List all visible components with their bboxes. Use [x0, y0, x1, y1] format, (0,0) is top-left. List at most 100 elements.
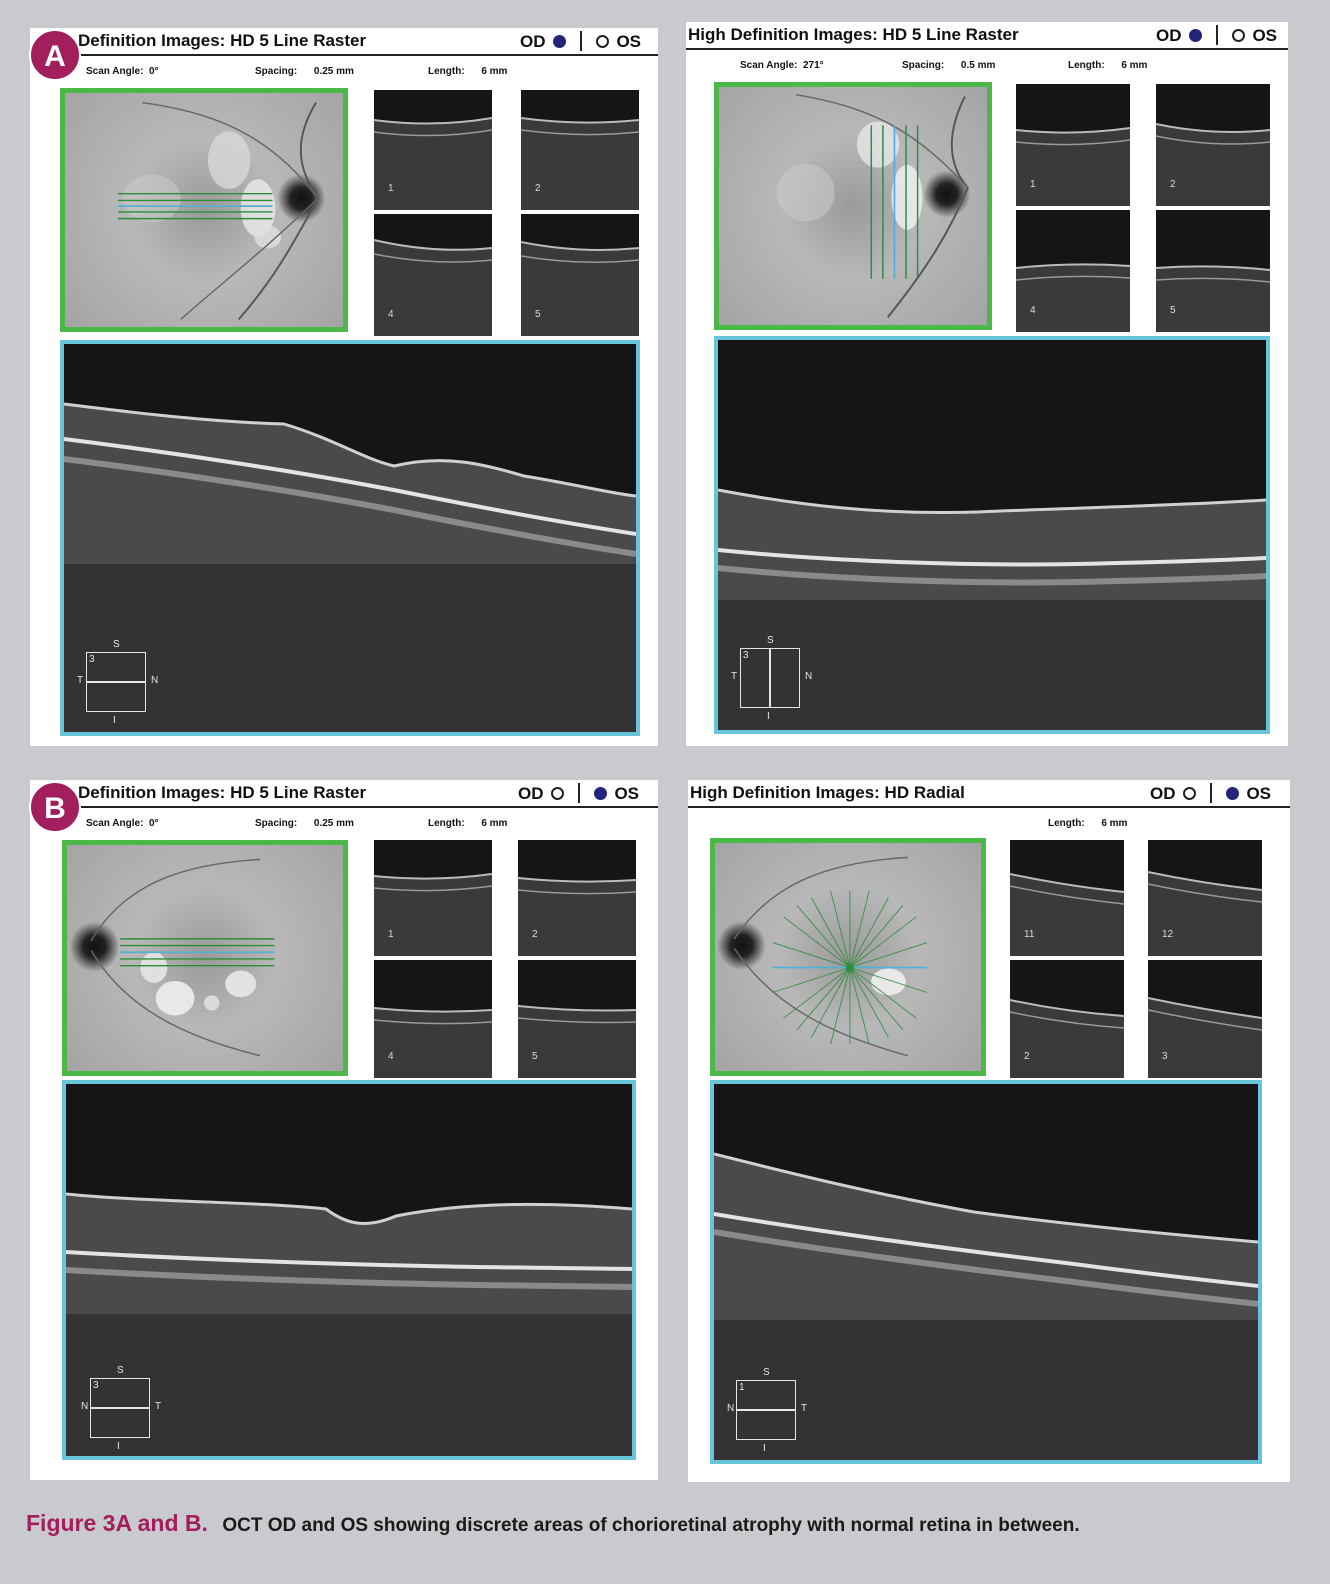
bscan-thumb[interactable]: 4: [374, 214, 492, 336]
divider: [1215, 25, 1218, 45]
oct-bscan-main[interactable]: S I N T 3: [62, 1080, 636, 1460]
thumb-number: 2: [1170, 179, 1176, 190]
os-label: OS: [616, 32, 641, 51]
orient-right: T: [801, 1403, 808, 1414]
fundus-overlay: [118, 101, 320, 320]
scan-angle-value: 0°: [148, 818, 159, 829]
thumb-number: 1: [388, 929, 394, 940]
oct-tomogram: [64, 402, 636, 732]
thumb-number: 5: [1170, 305, 1176, 316]
scan-angle-value: 271°: [802, 60, 824, 71]
length-value: 6 mm: [1101, 818, 1128, 829]
panel-header: High Definition Images: HD Radial OD OS: [688, 780, 1290, 808]
orient-index: 3: [743, 650, 749, 661]
oct-bscan-main[interactable]: S I T N 3: [714, 336, 1270, 734]
figure-caption: Figure 3A and B. OCT OD and OS showing d…: [26, 1510, 1080, 1537]
length: Length: 6 mm: [428, 66, 507, 77]
od-radio-selected[interactable]: [553, 35, 567, 48]
bscan-thumb[interactable]: 1: [374, 90, 492, 210]
oct-bscan-main[interactable]: S I N T 1: [710, 1080, 1262, 1464]
length-label: Length:: [428, 818, 465, 829]
panel-title: Definition Images: HD 5 Line Raster: [78, 31, 367, 50]
scan-angle-label: Scan Angle:: [86, 818, 144, 829]
os-label: OS: [614, 784, 639, 803]
bscan-thumb[interactable]: 3: [1148, 960, 1262, 1078]
scan-orientation-key: S I T N 3: [731, 635, 812, 722]
orient-left: N: [727, 1403, 735, 1414]
thumb-number: 5: [532, 1051, 538, 1062]
fundus-image[interactable]: [710, 838, 986, 1076]
thumb-number: 12: [1162, 929, 1174, 940]
fundus-overlay: [90, 858, 275, 1057]
length: Length: 6 mm: [1048, 818, 1127, 829]
thumb-number: 11: [1024, 929, 1035, 940]
bscan-thumb[interactable]: 2: [518, 840, 636, 956]
panel-b-os-raster: Definition Images: HD 5 Line Raster OD O…: [30, 780, 658, 1480]
fundus-image[interactable]: [62, 840, 348, 1076]
od-radio[interactable]: [1183, 787, 1197, 800]
orient-top: S: [763, 1367, 770, 1378]
od-label: OD: [1150, 784, 1176, 803]
bscan-thumb[interactable]: 5: [518, 960, 636, 1078]
panel-header: Definition Images: HD 5 Line Raster OD O…: [30, 780, 658, 808]
panel-title: Definition Images: HD 5 Line Raster: [78, 783, 367, 802]
bscan-thumb[interactable]: 5: [521, 214, 639, 336]
orient-left: N: [81, 1401, 89, 1412]
thumb-number: 2: [532, 929, 538, 940]
fundus-image[interactable]: [60, 88, 348, 332]
eye-selector[interactable]: OD OS: [518, 783, 639, 804]
thumb-number: 1: [388, 183, 394, 194]
panel-b-os-radial: High Definition Images: HD Radial OD OS …: [688, 780, 1290, 1482]
bscan-thumb[interactable]: 12: [1148, 840, 1262, 956]
scan-angle: Scan Angle: 271°: [740, 60, 824, 71]
length: Length: 6 mm: [428, 818, 507, 829]
fundus-overlay: [733, 856, 928, 1057]
oct-bscan-main[interactable]: S I T N 3: [60, 340, 640, 736]
orient-index: 1: [739, 1382, 745, 1393]
bscan-thumb[interactable]: 4: [1016, 210, 1130, 332]
scan-orientation-key: S I N T 1: [727, 1367, 807, 1454]
thumb-number: 2: [535, 183, 541, 194]
os-radio[interactable]: [1231, 29, 1245, 42]
os-radio-selected[interactable]: [1225, 787, 1239, 800]
orient-top: S: [117, 1365, 124, 1376]
bscan-thumb[interactable]: 2: [1010, 960, 1124, 1078]
eye-selector[interactable]: OD OS: [1156, 25, 1277, 46]
spacing: Spacing: 0.25 mm: [255, 66, 354, 77]
oct-tomogram: [66, 1192, 632, 1456]
spacing-value: 0.5 mm: [960, 60, 996, 71]
scan-angle: Scan Angle: 0°: [86, 818, 159, 829]
panel-a-od-raster-vertical: High Definition Images: HD 5 Line Raster…: [686, 22, 1288, 746]
bscan-thumb[interactable]: 5: [1156, 210, 1270, 332]
fundus-image[interactable]: [714, 82, 992, 330]
panel-title: High Definition Images: HD 5 Line Raster: [688, 25, 1019, 44]
divider: [579, 31, 582, 51]
os-radio-selected[interactable]: [593, 787, 607, 800]
fundus-overlay: [776, 93, 969, 318]
bscan-thumb[interactable]: 2: [1156, 84, 1270, 206]
bscan-thumb[interactable]: 2: [521, 90, 639, 210]
length-label: Length:: [428, 66, 465, 77]
eye-selector[interactable]: OD OS: [520, 31, 641, 52]
os-radio[interactable]: [595, 35, 609, 48]
orient-left: T: [731, 671, 738, 682]
orient-top: S: [767, 635, 774, 646]
orient-bottom: I: [113, 715, 116, 726]
bscan-thumb[interactable]: 4: [374, 960, 492, 1078]
divider: [1209, 783, 1212, 803]
bscan-thumb[interactable]: 11: [1010, 840, 1124, 956]
orient-right: T: [155, 1401, 162, 1412]
scan-orientation-key: S I N T 3: [81, 1365, 161, 1452]
bscan-thumb[interactable]: 1: [1016, 84, 1130, 206]
od-radio[interactable]: [551, 787, 565, 800]
bscan-thumb[interactable]: 1: [374, 840, 492, 956]
orient-bottom: I: [767, 711, 770, 722]
figure-label-b: B: [29, 781, 81, 833]
os-label: OS: [1246, 784, 1271, 803]
scan-angle-value: 0°: [148, 66, 159, 77]
od-radio-selected[interactable]: [1189, 29, 1203, 42]
length-value: 6 mm: [481, 66, 508, 77]
od-label: OD: [518, 784, 544, 803]
spacing-label: Spacing:: [255, 66, 298, 77]
eye-selector[interactable]: OD OS: [1150, 783, 1271, 804]
